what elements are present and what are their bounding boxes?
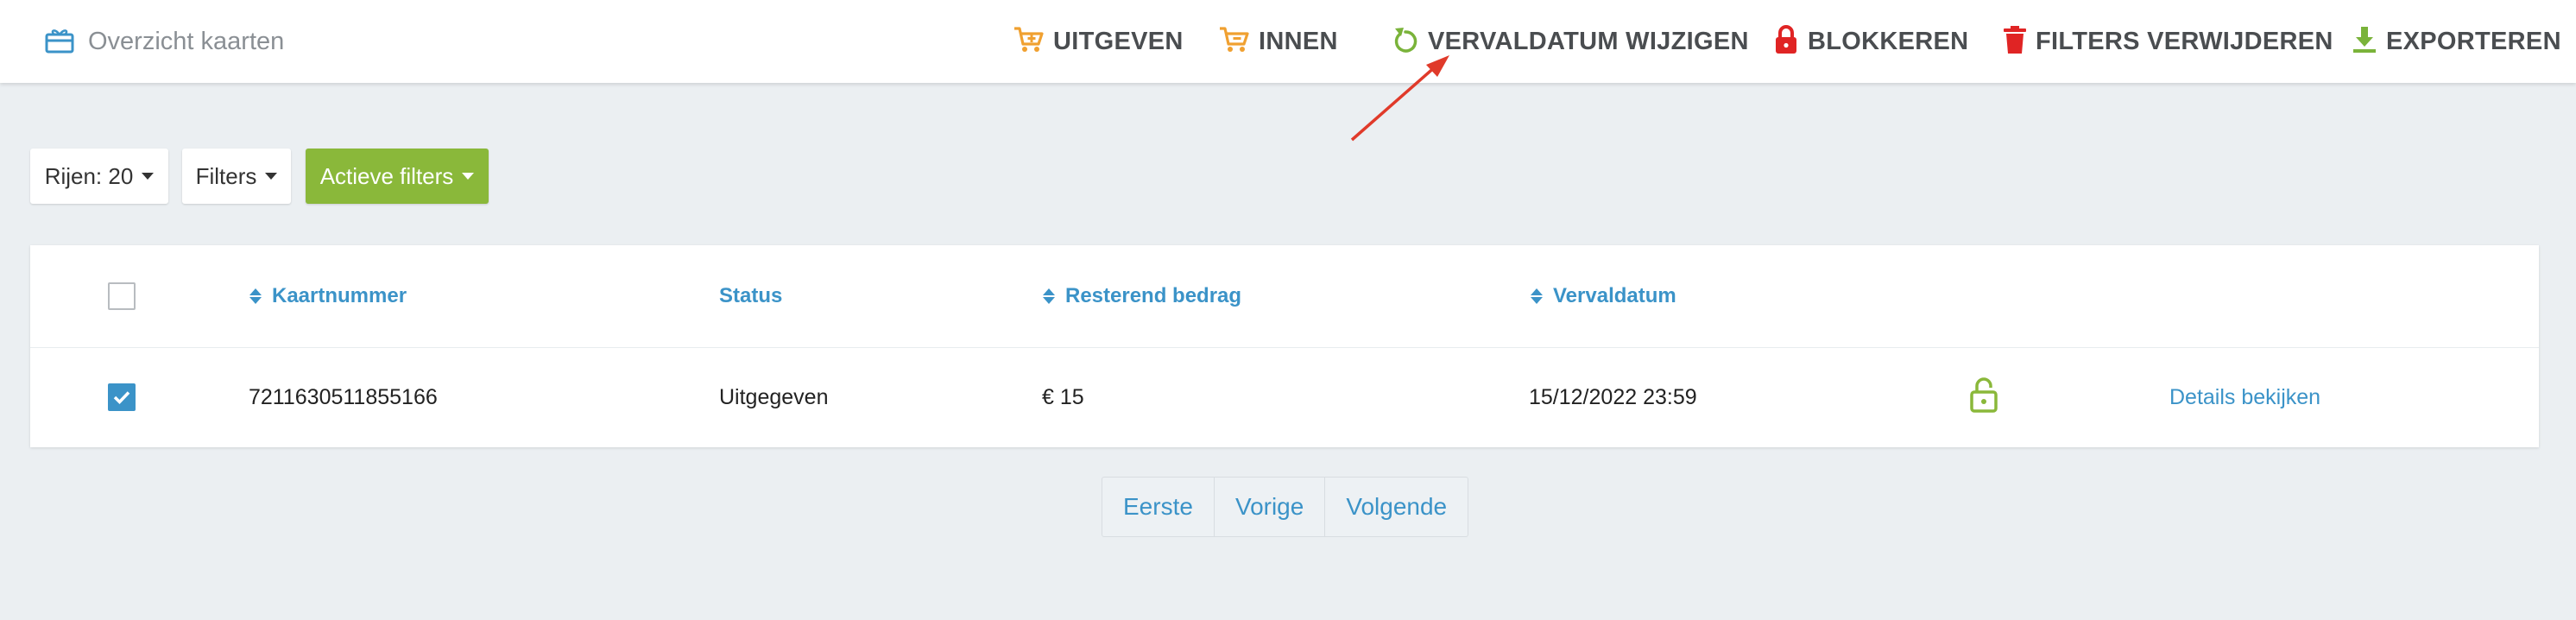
checkbox-checked bbox=[108, 383, 136, 411]
column-header-status: Status bbox=[719, 282, 782, 311]
issue-button[interactable]: UITGEVEN bbox=[1013, 24, 1184, 59]
first-page-button[interactable]: Eerste bbox=[1102, 478, 1215, 536]
unlock-icon[interactable] bbox=[1969, 376, 1998, 413]
collect-label: INNEN bbox=[1259, 27, 1338, 55]
refresh-icon bbox=[1392, 25, 1419, 59]
checkbox-box bbox=[108, 282, 136, 310]
column-header-remaining-amount[interactable]: Resterend bedrag bbox=[1043, 282, 1241, 311]
sort-icon bbox=[1043, 288, 1055, 304]
remove-filters-label: FILTERS VERWIJDEREN bbox=[2036, 27, 2333, 55]
card-number-cell: 7211630511855166 bbox=[249, 384, 438, 409]
column-header-card-number[interactable]: Kaartnummer bbox=[249, 282, 407, 311]
sort-icon bbox=[249, 288, 262, 304]
issue-label: UITGEVEN bbox=[1053, 27, 1184, 55]
export-label: EXPORTEREN bbox=[2386, 27, 2561, 55]
status-cell: Uitgegeven bbox=[719, 384, 829, 409]
chevron-down-icon bbox=[265, 173, 278, 180]
change-expiry-button[interactable]: VERVALDATUM WIJZIGEN bbox=[1392, 24, 1749, 59]
column-header-expiry-date[interactable]: Vervaldatum bbox=[1531, 282, 1676, 311]
check-icon bbox=[113, 391, 130, 404]
top-bar: Overzicht kaarten UITGEVEN INNEN VERVALD… bbox=[0, 0, 2576, 83]
column-header-label: Status bbox=[719, 284, 783, 307]
remaining-amount-cell: € 15 bbox=[1042, 384, 1084, 409]
block-label: BLOKKEREN bbox=[1808, 27, 1969, 55]
pagination: Eerste Vorige Volgende bbox=[1102, 477, 1469, 537]
rows-per-page-label: Rijen: 20 bbox=[44, 162, 134, 189]
column-header-label: Vervaldatum bbox=[1553, 284, 1676, 307]
rows-per-page-dropdown[interactable]: Rijen: 20 bbox=[30, 149, 168, 204]
cart-minus-icon bbox=[1219, 26, 1250, 58]
expiry-date-cell: 15/12/2022 23:59 bbox=[1529, 384, 1697, 409]
remove-filters-button[interactable]: FILTERS VERWIJDEREN bbox=[2003, 24, 2333, 59]
collect-button[interactable]: INNEN bbox=[1219, 24, 1338, 59]
row-divider bbox=[30, 347, 2539, 348]
row-checkbox[interactable] bbox=[108, 383, 136, 411]
active-filters-dropdown[interactable]: Actieve filters bbox=[306, 149, 489, 204]
next-page-button[interactable]: Volgende bbox=[1325, 478, 1468, 536]
chevron-down-icon bbox=[142, 173, 155, 180]
block-button[interactable]: BLOKKEREN bbox=[1773, 24, 1968, 59]
lock-icon bbox=[1773, 24, 1799, 59]
sort-icon bbox=[1531, 288, 1543, 304]
filters-label: Filters bbox=[195, 162, 257, 189]
header-actions: UITGEVEN INNEN VERVALDATUM WIJZIGEN BLOK… bbox=[0, 24, 2576, 59]
active-filters-label: Actieve filters bbox=[319, 162, 454, 189]
chevron-down-icon bbox=[462, 173, 475, 180]
cart-plus-icon bbox=[1013, 26, 1045, 58]
trash-icon bbox=[2003, 25, 2027, 59]
column-header-label: Resterend bedrag bbox=[1065, 284, 1242, 307]
column-header-label: Kaartnummer bbox=[272, 284, 407, 307]
change-expiry-label: VERVALDATUM WIJZIGEN bbox=[1428, 27, 1749, 55]
filters-dropdown[interactable]: Filters bbox=[182, 149, 291, 204]
download-icon bbox=[2352, 26, 2377, 58]
previous-page-button[interactable]: Vorige bbox=[1215, 478, 1326, 536]
cards-table: Kaartnummer Status Resterend bedrag Verv… bbox=[30, 245, 2539, 447]
select-all-checkbox[interactable] bbox=[108, 282, 136, 310]
view-details-link[interactable]: Details bekijken bbox=[2169, 382, 2320, 413]
export-button[interactable]: EXPORTEREN bbox=[2352, 24, 2561, 59]
